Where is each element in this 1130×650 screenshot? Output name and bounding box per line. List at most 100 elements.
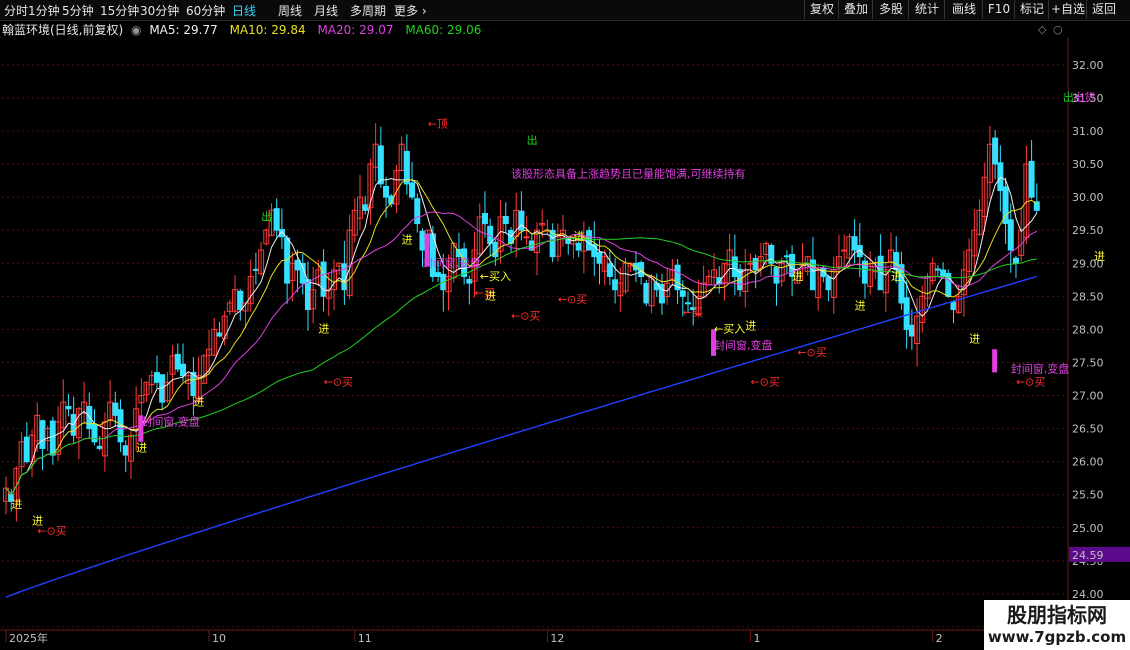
signal-annotation: ←买入 [714, 323, 745, 336]
x-tick-label: 11 [358, 632, 372, 645]
candle-body [820, 267, 827, 277]
ma20-value: MA20: 29.07 [317, 23, 394, 37]
candle-body [934, 268, 941, 271]
candle-body [294, 259, 301, 271]
candle-body [747, 262, 754, 265]
candle-body [362, 204, 369, 211]
candle-body [23, 436, 30, 463]
top-toolbar: 分时 1分钟 5分钟 15分钟 30分钟 60分钟 日线 周线 月线 多周期 更多 › 复权 叠加 多股统… [0, 0, 1130, 21]
toolbar-button-2[interactable]: 多股 [872, 0, 909, 19]
ma-line-ma20 [5, 211, 1038, 496]
price-chart[interactable]: 32.0031.5031.0030.5030.0029.5029.0028.50… [0, 37, 1130, 650]
y-tick-label: 24.00 [1072, 588, 1104, 601]
signal-annotation: ←⊙买 [1016, 376, 1045, 389]
tab-6[interactable]: 日线 [232, 2, 256, 19]
watermark-url: www.7gpzb.com [987, 628, 1127, 646]
toolbar-button-1[interactable]: 叠加 [838, 0, 873, 19]
site-watermark: 股朋指标网 www.7gpzb.com [984, 600, 1130, 650]
candle-body [596, 251, 603, 264]
candle-body [403, 150, 410, 185]
signal-annotation: 进 [573, 230, 584, 243]
candle-body [679, 290, 686, 297]
x-tick-label: 2 [936, 632, 943, 645]
tab-8[interactable]: 月线 [314, 2, 338, 19]
tab-5[interactable]: 60分钟 [186, 2, 225, 19]
tab-0[interactable]: 分时 [4, 2, 28, 19]
candle-body [86, 406, 93, 430]
tab-1[interactable]: 1分钟 [28, 2, 60, 19]
candle-body [153, 372, 160, 383]
signal-annotation: 封间窗,变盘 [714, 338, 773, 352]
last-price-label: 24.59 [1072, 549, 1104, 562]
signal-annotation: 出 [261, 209, 272, 223]
toolbar-button-5[interactable]: F10 [982, 0, 1015, 19]
signal-annotation: ←⊙买 [750, 376, 779, 389]
tab-7[interactable]: 周线 [278, 2, 302, 19]
toolbar-button-0[interactable]: 复权 [804, 0, 839, 19]
candle-body [180, 363, 187, 377]
candle-body [903, 297, 910, 330]
candle-body [502, 216, 509, 225]
candle-body [320, 261, 327, 297]
candle-body [435, 272, 442, 277]
tab-4[interactable]: 30分钟 [140, 2, 179, 19]
signal-annotation: 进 [485, 290, 496, 303]
y-tick-label: 32.00 [1072, 59, 1104, 72]
toolbar-button-7[interactable]: +自选 [1048, 0, 1087, 19]
signal-annotation: ←⊙买 [797, 346, 826, 359]
candle-body [91, 423, 98, 443]
signal-annotation: ←⊙买 [511, 309, 540, 322]
toolbar-button-3[interactable]: 统计 [908, 0, 945, 19]
candle-body [851, 236, 858, 251]
diamond-icon[interactable]: ◇ [1038, 23, 1046, 36]
long-ma-line [5, 275, 1037, 598]
candle-body [49, 420, 56, 456]
candle-body [612, 279, 619, 291]
circle-icon[interactable]: ○ [1053, 23, 1063, 36]
candle-body [414, 198, 421, 225]
candle-body [65, 406, 72, 410]
x-tick-label: 10 [212, 632, 226, 645]
x-tick-label: 12 [550, 632, 564, 645]
tab-2[interactable]: 5分钟 [62, 2, 94, 19]
candle-body [731, 256, 738, 277]
candle-body [252, 268, 259, 271]
tab-10[interactable]: 更多 › [394, 2, 427, 19]
candle-body [96, 445, 103, 449]
signal-annotation: 封间窗,变盘 [141, 414, 200, 428]
tab-3[interactable]: 15分钟 [100, 2, 139, 19]
y-tick-label: 26.50 [1072, 423, 1104, 436]
signal-annotation: 出货 [1073, 90, 1095, 104]
signal-annotation: ←⊙买 [558, 293, 587, 306]
signal-annotation: 进 [11, 498, 22, 511]
signal-annotation: ←买入 [480, 270, 511, 283]
signal-annotation: 进 [402, 233, 413, 246]
y-tick-label: 27.00 [1072, 390, 1104, 403]
candle-body [606, 263, 613, 277]
candle-body [992, 137, 999, 165]
ma10-value: MA10: 29.84 [229, 23, 306, 37]
toolbar-button-4[interactable]: 画线 [944, 0, 983, 19]
candle-body [1007, 219, 1014, 251]
candle-body [122, 445, 129, 456]
signal-annotation: 进 [136, 442, 147, 455]
tab-9[interactable]: 多周期 [350, 2, 386, 19]
signal-annotation: 进 [855, 300, 866, 313]
candle-body [643, 282, 650, 304]
candle-body [783, 255, 790, 258]
toolbar-button-6[interactable]: 标记 [1014, 0, 1049, 19]
candle-body [841, 249, 848, 252]
settings-icon[interactable]: ◉ [131, 23, 141, 37]
chart-info-bar: 翰蓝环境(日线,前复权) ◉ MA5: 29.77 MA10: 29.84 MA… [0, 21, 481, 37]
stock-title[interactable]: 翰蓝环境(日线,前复权) [2, 23, 123, 37]
y-tick-label: 30.50 [1072, 158, 1104, 171]
y-tick-label: 27.50 [1072, 356, 1104, 369]
candle-body [997, 162, 1004, 192]
y-tick-label: 28.50 [1072, 290, 1104, 303]
candle-body [575, 242, 582, 251]
y-tick-label: 25.00 [1072, 522, 1104, 535]
signal-annotation: 进 [792, 270, 803, 283]
toolbar-button-8[interactable]: 返回 [1086, 0, 1121, 19]
signal-annotation: 进 [745, 319, 756, 332]
signal-annotation: 进 [1094, 250, 1105, 263]
